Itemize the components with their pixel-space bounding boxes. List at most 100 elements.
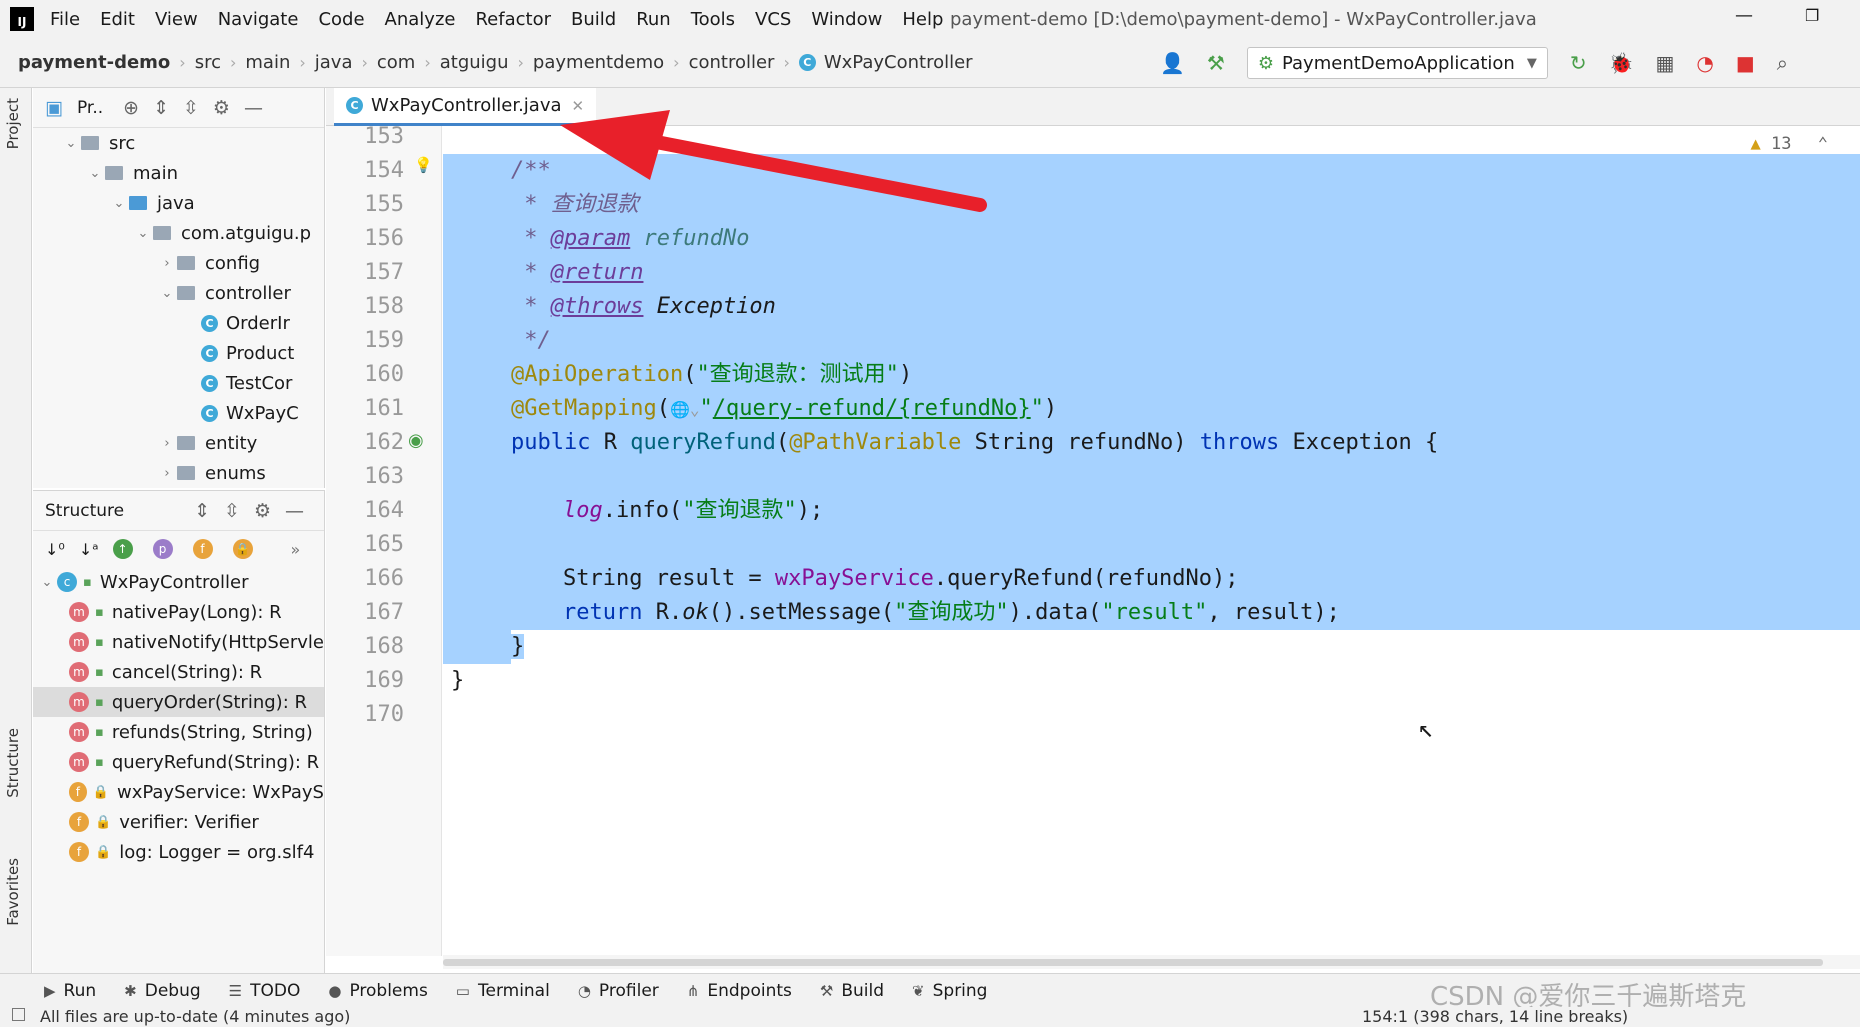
breadcrumb-project[interactable]: payment-demo [18, 52, 170, 73]
structure-item[interactable]: m ▪ cancel(String): R [33, 657, 324, 687]
structure-item[interactable]: m ▪ refunds(String, String) [33, 717, 324, 747]
breadcrumb-java[interactable]: java [315, 52, 353, 73]
collapse-all-icon[interactable]: ⇳ [183, 97, 199, 119]
project-panel-title[interactable]: Pr.. [77, 98, 103, 118]
coverage-icon[interactable]: ▦ [1656, 51, 1675, 75]
structure-item[interactable]: f 🔒 log: Logger = org.slf4 [33, 837, 324, 867]
menu-window[interactable]: Window [811, 9, 882, 30]
more-icon[interactable]: » [291, 540, 301, 559]
structure-item[interactable]: m ▪ nativeNotify(HttpServle [33, 627, 324, 657]
chevron-up-icon[interactable]: ⌃ [1818, 134, 1828, 154]
project-tree-item[interactable]: › config [33, 248, 324, 278]
menu-help[interactable]: Help [902, 9, 943, 30]
project-tree-item[interactable]: ⌄ java [33, 188, 324, 218]
expand-all-icon[interactable]: ⇕ [194, 500, 210, 522]
breadcrumb-main[interactable]: main [245, 52, 290, 73]
menu-navigate[interactable]: Navigate [218, 9, 299, 30]
code-line-154: /** [443, 154, 1860, 188]
menu-code[interactable]: Code [318, 9, 364, 30]
menu-view[interactable]: View [155, 9, 198, 30]
debug-tool-button[interactable]: ✱ Debug [124, 981, 200, 1001]
spring-tool-button[interactable]: ❦ Spring [912, 981, 987, 1001]
hide-icon[interactable]: — [285, 500, 304, 522]
profiler-tool-button[interactable]: ◔ Profiler [578, 981, 659, 1001]
breadcrumb-com[interactable]: com [377, 52, 415, 73]
menu-build[interactable]: Build [571, 9, 616, 30]
project-tree-item[interactable]: ⌄ controller [33, 278, 324, 308]
menu-file[interactable]: File [50, 9, 80, 30]
favorites-tool-tab[interactable]: Favorites [4, 858, 22, 926]
locate-icon[interactable]: ⊕ [123, 97, 139, 119]
search-icon[interactable]: ⌕ [1777, 51, 1788, 75]
structure-root[interactable]: ⌄ c ▪ WxPayController [33, 567, 324, 597]
minimize-icon[interactable]: — [1735, 5, 1753, 26]
menu-edit[interactable]: Edit [100, 9, 135, 30]
sort-alpha-icon[interactable]: ↓ᵃ [79, 540, 99, 559]
project-tree-item[interactable]: › enums [33, 458, 324, 488]
structure-item[interactable]: f 🔒 verifier: Verifier [33, 807, 324, 837]
close-icon[interactable]: ✕ [572, 97, 585, 115]
code-token: queryRefund [630, 430, 776, 455]
breadcrumb-class[interactable]: C WxPayController [798, 52, 973, 73]
project-tree-item[interactable]: › entity [33, 428, 324, 458]
menu-run[interactable]: Run [636, 9, 671, 30]
project-tree-item[interactable]: C OrderIr [33, 308, 324, 338]
endpoints-tool-button[interactable]: ⋔ Endpoints [687, 981, 792, 1001]
breadcrumb-controller[interactable]: controller [689, 52, 775, 73]
globe-icon[interactable]: 🌐⌄ [670, 400, 700, 419]
sort-visibility-icon[interactable]: ↓⁰ [45, 540, 65, 559]
build-tool-button[interactable]: ⚒ Build [820, 981, 884, 1001]
maximize-icon[interactable]: ❐ [1805, 6, 1819, 25]
status-toggle-icon[interactable] [12, 1008, 25, 1021]
show-non-public-icon[interactable]: 🔒 [232, 539, 253, 559]
code-editor[interactable]: ▲ 13 ⌃ /** * 查询退款 * @param refundNo * @r… [443, 126, 1860, 956]
debug-icon[interactable]: 🐞 [1609, 51, 1634, 75]
caret-position[interactable]: 154:1 (398 chars, 14 line breaks) [1362, 1007, 1628, 1026]
run-configuration-select[interactable]: ⚙ PaymentDemoApplication ▼ [1246, 47, 1548, 79]
problems-tool-button[interactable]: ● Problems [328, 981, 427, 1001]
lightbulb-icon[interactable]: 💡 [414, 156, 433, 174]
profiler-icon[interactable]: ◔ [1696, 51, 1713, 75]
menu-refactor[interactable]: Refactor [475, 9, 551, 30]
gear-icon[interactable]: ⚙ [254, 500, 271, 522]
scrollbar-thumb[interactable] [443, 959, 1823, 966]
build-hammer-icon[interactable]: ⚒ [1207, 51, 1225, 75]
endpoint-gutter-icon[interactable]: ◉ [408, 430, 424, 451]
project-tree-item[interactable]: ⌄ com.atguigu.p [33, 218, 324, 248]
menu-tools[interactable]: Tools [691, 9, 735, 30]
user-icon[interactable]: 👤 [1160, 51, 1185, 75]
stop-icon[interactable]: ■ [1736, 51, 1755, 75]
left-tool-stripe: Project Structure Favorites [0, 88, 32, 998]
show-fields-icon[interactable]: f [192, 539, 213, 559]
project-tree-item[interactable]: ⌄ main [33, 158, 324, 188]
menu-analyze[interactable]: Analyze [385, 9, 456, 30]
code-token[interactable]: /query-refund/{refundNo} [713, 396, 1031, 421]
menu-vcs[interactable]: VCS [755, 9, 791, 30]
expand-all-icon[interactable]: ⇕ [153, 97, 169, 119]
todo-tool-button[interactable]: ☰ TODO [229, 981, 301, 1001]
inherited-icon[interactable]: ↑ [112, 539, 133, 559]
project-tree-item[interactable]: C WxPayC [33, 398, 324, 428]
structure-item[interactable]: m ▪ queryOrder(String): R [33, 687, 324, 717]
project-tree-item[interactable]: C Product [33, 338, 324, 368]
hide-icon[interactable]: — [244, 97, 263, 119]
structure-item[interactable]: m ▪ queryRefund(String): R [33, 747, 324, 777]
project-tree-item[interactable]: ⌄ src [33, 128, 324, 158]
terminal-tool-button[interactable]: ▭ Terminal [456, 981, 550, 1001]
breadcrumb-paymentdemo[interactable]: paymentdemo [533, 52, 664, 73]
inspection-widget[interactable]: ▲ 13 ⌃ [1751, 134, 1828, 154]
code-token: * [511, 192, 551, 217]
rerun-icon[interactable]: ↻ [1570, 51, 1587, 75]
horizontal-scrollbar[interactable] [443, 955, 1860, 969]
structure-tool-tab[interactable]: Structure [4, 728, 22, 798]
show-properties-icon[interactable]: p [152, 539, 173, 559]
project-tree-item[interactable]: C TestCor [33, 368, 324, 398]
breadcrumb-src[interactable]: src [195, 52, 221, 73]
breadcrumb-atguigu[interactable]: atguigu [440, 52, 509, 73]
collapse-all-icon[interactable]: ⇳ [224, 500, 240, 522]
structure-item[interactable]: m ▪ nativePay(Long): R [33, 597, 324, 627]
structure-item[interactable]: f 🔒 wxPayService: WxPayS [33, 777, 324, 807]
project-tool-tab[interactable]: Project [4, 98, 22, 149]
gear-icon[interactable]: ⚙ [213, 97, 230, 119]
run-tool-button[interactable]: ▶ Run [44, 981, 96, 1001]
